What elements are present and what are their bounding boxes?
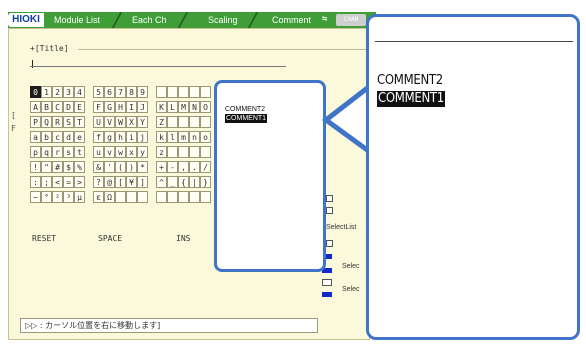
- comment-editor-screen: HIOKI Module List Each Ch Scaling Commen…: [0, 0, 586, 344]
- zoom-comment-item-selected[interactable]: COMMENT1: [377, 91, 445, 107]
- zoom-top-rule: [375, 41, 573, 42]
- comment-list-zoom: COMMENT2 COMMENT1: [366, 14, 580, 340]
- zoom-comment-item[interactable]: COMMENT2: [377, 73, 443, 89]
